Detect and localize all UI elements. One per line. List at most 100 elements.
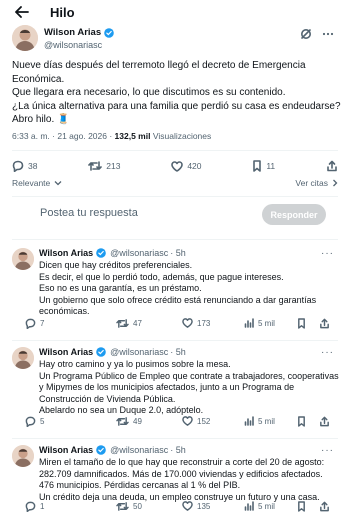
reply-text: Hay otro camino y ya lo pusimos sobre la… — [39, 359, 339, 417]
reply-count: 7 — [40, 318, 45, 328]
share-icon — [320, 318, 329, 328]
page-title: Hilo — [50, 4, 75, 20]
repost-action[interactable]: 50 — [116, 501, 142, 512]
more-options-icon[interactable]: ··· — [321, 347, 334, 358]
avatar[interactable] — [12, 445, 34, 467]
bookmark-action[interactable]: 11 — [252, 160, 275, 172]
heart-icon — [182, 501, 193, 511]
chevron-right-icon — [333, 179, 338, 187]
repost-count: 47 — [133, 318, 142, 328]
avatar[interactable] — [12, 248, 34, 270]
views-chart-icon — [244, 318, 254, 328]
reply-time[interactable]: · 5h — [170, 347, 186, 357]
chevron-down-icon — [54, 181, 62, 186]
heart-icon — [182, 416, 193, 426]
sort-row: Relevante Ver citas — [12, 178, 338, 188]
repost-action[interactable]: 213 — [88, 160, 120, 172]
share-action[interactable] — [319, 416, 330, 427]
post-actions: 38 213 420 11 — [12, 160, 338, 172]
repost-icon — [88, 161, 103, 171]
reply-author-name[interactable]: Wilson Arias — [39, 445, 93, 455]
reply-time[interactable]: · 5h — [170, 445, 186, 455]
bookmark-icon — [298, 500, 305, 512]
like-action[interactable]: 152 — [182, 416, 210, 426]
back-arrow-icon[interactable] — [14, 4, 30, 20]
reply-line: Abelardo no sea un Duque 2.0, adóptelo. — [39, 405, 204, 415]
divider — [12, 150, 338, 151]
reply-action[interactable]: 38 — [12, 160, 37, 172]
bookmark-action[interactable] — [297, 317, 306, 329]
reply-text: Dicen que hay créditos preferenciales. E… — [39, 260, 335, 318]
views-action[interactable]: 5 mil — [244, 501, 275, 511]
reply-action[interactable]: 5 — [25, 416, 44, 427]
like-action[interactable]: 173 — [182, 318, 210, 328]
reply-author-handle[interactable]: @wilsonariasc — [110, 248, 168, 258]
views-action[interactable]: 5 mil — [244, 318, 275, 328]
share-action[interactable] — [326, 160, 338, 172]
thread-reply[interactable]: Wilson Arias @wilsonariasc · 5h ··· Mire… — [12, 445, 338, 514]
views-action[interactable]: 5 mil — [244, 416, 275, 426]
reply-author-name[interactable]: Wilson Arias — [39, 248, 93, 258]
bookmark-action[interactable] — [297, 415, 306, 427]
repost-action[interactable]: 47 — [116, 318, 142, 329]
heart-icon — [171, 160, 184, 172]
reply-line: económicas. — [39, 306, 90, 316]
divider — [12, 239, 338, 240]
more-options-icon[interactable]: ··· — [321, 445, 334, 456]
like-action[interactable]: 420 — [171, 160, 202, 172]
verified-badge-icon — [96, 347, 106, 357]
view-quotes-link[interactable]: Ver citas — [295, 178, 338, 188]
views-chart-icon — [244, 416, 254, 426]
post-line: Que llegara era necesario, lo que discut… — [12, 87, 286, 98]
reply-line: 282.709 damnificados. Más de 170.000 viv… — [39, 468, 323, 479]
grok-icon[interactable] — [300, 28, 312, 40]
reply-line: Hay otro camino y ya lo pusimos sobre la… — [39, 359, 231, 369]
thread-reply[interactable]: Wilson Arias @wilsonariasc · 5h ··· Dice… — [12, 248, 338, 338]
more-options-icon[interactable]: ··· — [321, 248, 334, 259]
reply-author-handle[interactable]: @wilsonariasc — [110, 445, 168, 455]
views-count: 5 mil — [258, 416, 275, 426]
author-handle[interactable]: @wilsonariasc — [44, 40, 114, 50]
avatar[interactable] — [12, 25, 38, 51]
reply-input[interactable]: Postea tu respuesta — [40, 207, 138, 219]
reply-action[interactable]: 1 — [25, 501, 44, 512]
thread-reply[interactable]: Wilson Arias @wilsonariasc · 5h ··· Hay … — [12, 347, 339, 435]
reply-count: 38 — [28, 161, 38, 171]
views-chart-icon — [244, 501, 254, 511]
bookmark-count: 11 — [266, 161, 276, 171]
verified-badge-icon — [104, 27, 114, 38]
heart-icon — [182, 318, 193, 328]
share-action[interactable] — [319, 318, 330, 329]
reply-author-name[interactable]: Wilson Arias — [39, 347, 93, 357]
reply-author-handle[interactable]: @wilsonariasc — [110, 347, 168, 357]
divider — [12, 340, 338, 341]
more-options-icon[interactable] — [322, 32, 334, 36]
author-name[interactable]: Wilson Arias — [44, 27, 101, 38]
share-action[interactable] — [319, 501, 330, 512]
bookmark-icon — [298, 317, 305, 329]
post-time[interactable]: 6:33 a. m. · 21 ago. 2026 · — [12, 131, 115, 141]
repost-icon — [116, 501, 129, 511]
bookmark-icon — [253, 160, 262, 172]
verified-badge-icon — [96, 445, 106, 455]
sort-dropdown[interactable]: Relevante — [12, 178, 62, 188]
like-count: 152 — [197, 416, 211, 426]
reply-action[interactable]: 7 — [25, 318, 44, 329]
avatar[interactable] — [12, 347, 34, 369]
reply-time[interactable]: · 5h — [170, 248, 186, 258]
repost-count: 49 — [133, 416, 142, 426]
top-bar: Hilo — [0, 0, 350, 24]
bookmark-action[interactable] — [297, 500, 306, 512]
post-meta: 6:33 a. m. · 21 ago. 2026 · 132,5 mil Vi… — [12, 131, 211, 141]
share-icon — [320, 416, 329, 426]
like-count: 173 — [197, 318, 211, 328]
views-count: 132,5 mil — [114, 131, 151, 141]
post-header: Wilson Arias @wilsonariasc — [12, 25, 338, 53]
repost-action[interactable]: 49 — [116, 416, 142, 427]
reply-line: Es decir, el que lo perdió todo, además,… — [39, 271, 284, 282]
reply-icon — [25, 501, 36, 512]
sort-label: Relevante — [12, 178, 51, 188]
like-action[interactable]: 135 — [182, 501, 210, 511]
views-label: Visualizaciones — [150, 131, 212, 141]
reply-button[interactable]: Responder — [262, 204, 326, 225]
